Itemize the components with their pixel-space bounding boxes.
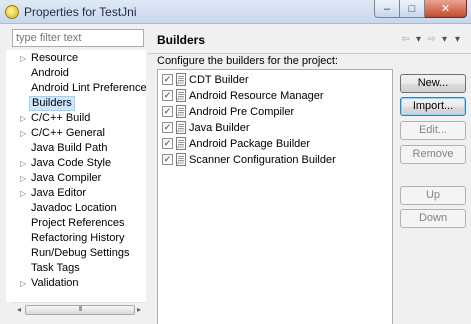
builder-icon (176, 153, 186, 166)
tree-item-label: C/C++ Build (31, 112, 91, 124)
tree-item-label: Resource (31, 52, 79, 64)
builder-row-java-builder[interactable]: ✓ Java Builder (160, 121, 390, 136)
filter-input[interactable] (12, 29, 144, 47)
tree-item-label: Java Compiler (31, 172, 102, 184)
builder-icon (176, 89, 186, 102)
eclipse-app-icon (5, 5, 19, 19)
builder-row-android-package-builder[interactable]: ✓ Android Package Builder (160, 137, 390, 152)
builder-checkbox[interactable]: ✓ (162, 154, 173, 165)
minimize-button[interactable]: – (374, 0, 400, 18)
builder-label: Java Builder (189, 122, 250, 134)
page-title: Builders (157, 33, 206, 47)
builder-checkbox[interactable]: ✓ (162, 122, 173, 133)
forward-arrow-icon[interactable]: ⇨ (426, 34, 437, 45)
expand-arrow-icon[interactable]: ▷ (20, 276, 28, 291)
import-button[interactable]: Import... (400, 97, 466, 116)
new-button[interactable]: New... (400, 74, 466, 93)
tree-item-label: Java Code Style (31, 157, 112, 169)
builder-checkbox[interactable]: ✓ (162, 90, 173, 101)
header-separator (148, 53, 471, 54)
back-arrow-icon[interactable]: ⇦ (400, 34, 411, 45)
right-panel: Builders ⇦ ▾ ⇨ ▾ ▾ Configure the builder… (148, 24, 471, 324)
tree-item-label: Project References (31, 217, 125, 229)
builder-checkbox[interactable]: ✓ (162, 74, 173, 85)
builder-row-cdt[interactable]: ✓ CDT Builder (160, 73, 390, 88)
builder-checkbox[interactable]: ✓ (162, 138, 173, 149)
window-controls: – □ ✕ (374, 0, 467, 19)
builder-row-android-resource-manager[interactable]: ✓ Android Resource Manager (160, 89, 390, 104)
expand-arrow-icon[interactable]: ▷ (20, 126, 28, 141)
tree-item-label: Java Editor (31, 187, 87, 199)
close-button[interactable]: ✕ (425, 0, 467, 18)
history-nav: ⇦ ▾ ⇨ ▾ ▾ (400, 34, 463, 45)
maximize-button[interactable]: □ (400, 0, 425, 18)
tree-item-label: Validation (31, 277, 79, 289)
expand-arrow-icon[interactable]: ▷ (20, 186, 28, 201)
title-bar: Properties for TestJni – □ ✕ (0, 0, 471, 24)
builder-label: Scanner Configuration Builder (189, 154, 336, 166)
expand-arrow-icon[interactable]: ▷ (20, 111, 28, 126)
builder-icon (176, 73, 186, 86)
tree-item-label: Refactoring History (31, 232, 125, 244)
property-tree: ▷ Resource Android Android Lint Preferen… (6, 50, 146, 302)
horizontal-scrollbar[interactable]: ◂ III ▸ (12, 302, 146, 316)
tree-item-label: Task Tags (31, 262, 80, 274)
back-dropdown-icon[interactable]: ▾ (413, 34, 424, 45)
builder-row-scanner-configuration-builder[interactable]: ✓ Scanner Configuration Builder (160, 153, 390, 168)
view-menu-icon[interactable]: ▾ (452, 34, 463, 45)
window-title: Properties for TestJni (24, 5, 137, 19)
tree-item-label: Javadoc Location (31, 202, 117, 214)
tree-item-label: Android Lint Preferences (31, 82, 146, 94)
builders-description: Configure the builders for the project: (157, 55, 338, 67)
tree-item-label: Builders (29, 96, 75, 111)
expand-arrow-icon[interactable]: ▷ (20, 156, 28, 171)
builder-label: Android Pre Compiler (189, 106, 295, 118)
up-button[interactable]: Up (400, 186, 466, 205)
scroll-left-arrow-icon[interactable]: ◂ (14, 305, 24, 315)
remove-button[interactable]: Remove (400, 145, 466, 164)
builder-icon (176, 105, 186, 118)
expand-arrow-icon[interactable]: ▷ (20, 51, 28, 66)
scroll-right-arrow-icon[interactable]: ▸ (134, 305, 144, 315)
tree-item-label: Run/Debug Settings (31, 247, 130, 259)
builders-list: ✓ CDT Builder ✓ Android Resource Manager… (157, 69, 393, 324)
forward-dropdown-icon[interactable]: ▾ (439, 34, 450, 45)
builder-icon (176, 121, 186, 134)
builder-checkbox[interactable]: ✓ (162, 106, 173, 117)
expand-arrow-icon[interactable]: ▷ (20, 171, 28, 186)
tree-item-label: C/C++ General (31, 127, 105, 139)
tree-item-label: Java Build Path (31, 142, 108, 154)
builder-label: CDT Builder (189, 74, 249, 86)
builder-label: Android Package Builder (189, 138, 311, 150)
builder-label: Android Resource Manager (189, 90, 324, 102)
builder-row-android-pre-compiler[interactable]: ✓ Android Pre Compiler (160, 105, 390, 120)
page-header: Builders ⇦ ▾ ⇨ ▾ ▾ (148, 30, 471, 54)
left-panel: ▷ Resource Android Android Lint Preferen… (6, 28, 146, 318)
tree-item-label: Android (31, 67, 69, 79)
down-button[interactable]: Down (400, 209, 466, 228)
edit-button[interactable]: Edit... (400, 121, 466, 140)
scrollbar-thumb[interactable]: III (25, 305, 135, 315)
builder-icon (176, 137, 186, 150)
